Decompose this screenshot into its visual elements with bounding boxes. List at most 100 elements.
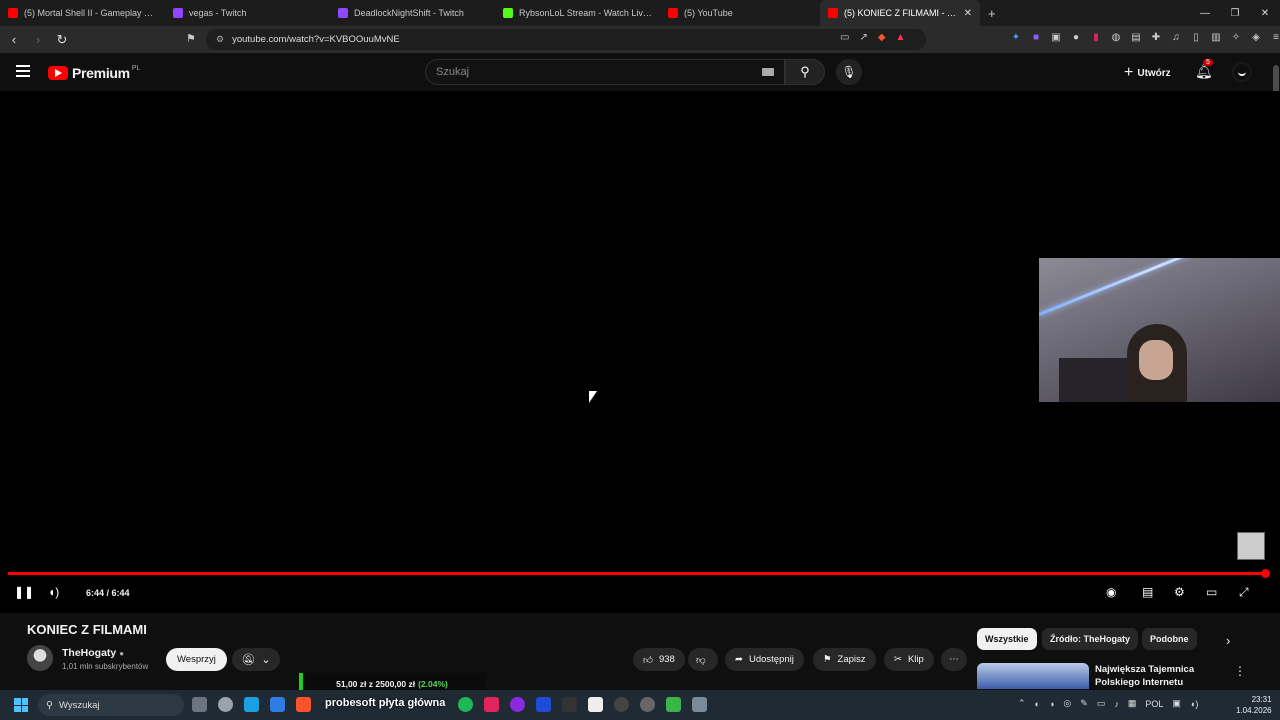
progress-bar[interactable]	[8, 569, 1270, 578]
share-button[interactable]: ➦ Udostępnij	[725, 648, 804, 671]
chip-all[interactable]: Wszystkie	[977, 628, 1037, 650]
network-icon[interactable]: ▣	[1172, 698, 1181, 709]
widgets-icon[interactable]	[218, 697, 233, 712]
new-tab-icon[interactable]: +	[988, 6, 996, 21]
spotify-icon[interactable]	[458, 697, 473, 712]
tray-icon[interactable]: ▭	[1097, 698, 1106, 709]
task-view-icon[interactable]	[192, 697, 207, 712]
app-icon[interactable]	[562, 697, 577, 712]
keyboard-icon[interactable]	[762, 68, 774, 76]
notifications-button[interactable]: 🔔︎ 5	[1195, 59, 1213, 80]
volume-icon[interactable]: ◖)	[1190, 699, 1198, 709]
vpn-icon[interactable]: ◈	[1250, 32, 1262, 43]
extension-icon[interactable]: ▮	[1090, 32, 1102, 43]
tray-icon[interactable]: ▦	[1128, 698, 1137, 709]
progress-scrubber[interactable]	[1261, 569, 1270, 578]
browser-tab[interactable]: (5) YouTube	[660, 0, 820, 26]
recommended-title[interactable]: Największa Tajemnica Polskiego Internetu	[1095, 663, 1225, 689]
browser-tab[interactable]: (5) Mortal Shell II - Gameplay Reveal	[0, 0, 165, 26]
extensions-puzzle-icon[interactable]: ✚	[1150, 32, 1162, 43]
minimize-icon[interactable]: —	[1190, 8, 1220, 19]
clip-button[interactable]: ✂ Klip	[884, 648, 934, 671]
discord-icon[interactable]: ◐	[1035, 699, 1040, 709]
language-indicator[interactable]: POL	[1145, 699, 1163, 709]
app-icon[interactable]	[484, 697, 499, 712]
extension-icon[interactable]: ▣	[1050, 32, 1062, 43]
settings-gear-icon[interactable]: ⚙	[1174, 585, 1185, 599]
extension-icon[interactable]: ●	[1070, 32, 1082, 43]
support-button[interactable]: Wesprzyj	[166, 648, 227, 671]
store-icon[interactable]	[244, 697, 259, 712]
brave-shield-icon[interactable]: ◆	[878, 32, 886, 43]
bookmark-icon[interactable]: ⚑	[186, 32, 196, 45]
chevron-right-icon[interactable]: ›	[1226, 633, 1230, 648]
browser-tab[interactable]: vegas - Twitch	[165, 0, 330, 26]
chip-from-channel[interactable]: Źródło: TheHogaty	[1042, 628, 1138, 650]
fullscreen-icon[interactable]: ⤢	[1239, 585, 1249, 600]
obs-icon[interactable]	[614, 697, 629, 712]
sidebar-icon[interactable]: ▯	[1190, 32, 1202, 43]
share-icon[interactable]: ↗	[859, 32, 867, 43]
wallet-icon[interactable]: ▥	[1210, 32, 1222, 43]
settings-gear-icon[interactable]	[640, 697, 655, 712]
create-button[interactable]: + Utwórz	[1124, 64, 1171, 82]
back-icon[interactable]: ‹	[4, 32, 24, 47]
extension-icon[interactable]: ■	[1030, 32, 1042, 43]
volume-icon[interactable]: ◖)	[48, 585, 59, 599]
app-icon[interactable]	[510, 697, 525, 712]
reload-icon[interactable]: ↻	[52, 32, 72, 48]
video-player[interactable]: ❚❚ ◖) 6:44 / 6:44 ◉ ▤ ⚙ ▭ ⤢	[0, 91, 1280, 613]
leo-icon[interactable]: ✧	[1230, 32, 1242, 43]
search-input[interactable]: Szukaj	[425, 59, 785, 85]
close-tab-icon[interactable]: ✕	[964, 8, 972, 19]
explorer-icon[interactable]	[270, 697, 285, 712]
channel-name-link[interactable]: TheHogaty ●	[62, 647, 124, 659]
browser-tab[interactable]: DeadlockNightShift - Twitch	[330, 0, 495, 26]
pause-icon[interactable]: ❚❚	[14, 585, 34, 599]
bitwarden-icon[interactable]	[536, 697, 551, 712]
chip-related[interactable]: Podobne	[1142, 628, 1197, 650]
extension-icon[interactable]: ◍	[1110, 32, 1122, 43]
tray-chevron-up-icon[interactable]: ⌃	[1018, 698, 1026, 709]
youtube-logo[interactable]: Premium PL	[48, 65, 140, 81]
steam-icon[interactable]: ◎	[1063, 698, 1071, 709]
save-button[interactable]: ⚑ Zapisz	[813, 648, 876, 671]
brave-browser-icon[interactable]	[296, 697, 311, 712]
like-button[interactable]: 👍︎ 938	[633, 648, 685, 671]
microphone-icon[interactable]: ♪	[1114, 699, 1119, 709]
account-avatar[interactable]	[1232, 62, 1252, 82]
autoplay-toggle-icon[interactable]: ◉	[1106, 585, 1116, 599]
tray-icon[interactable]: ✎	[1080, 698, 1088, 709]
search-button[interactable]: ⚲	[785, 59, 825, 85]
browser-tab-active[interactable]: (5) KONIEC Z FILMAMI - YouTube ✕	[820, 0, 980, 26]
subscription-bell-button[interactable]: 🔕︎ ⌄	[232, 648, 280, 671]
subtitles-icon[interactable]: ▤	[1142, 585, 1153, 599]
voice-search-button[interactable]: 🎙︎	[836, 59, 862, 85]
more-vert-icon[interactable]: ⋮	[1234, 664, 1246, 678]
system-clock[interactable]: 23:31 1.04.2026	[1236, 694, 1272, 716]
end-screen-channel-thumbnail[interactable]	[1237, 532, 1265, 560]
channel-avatar[interactable]	[27, 645, 53, 671]
close-window-icon[interactable]: ✕	[1250, 8, 1280, 19]
recommended-thumbnail[interactable]	[977, 663, 1089, 689]
cast-icon[interactable]: ▭	[840, 32, 849, 43]
dislike-button[interactable]: 👎︎	[688, 648, 718, 671]
windows-start-icon[interactable]	[14, 698, 28, 712]
forward-icon[interactable]: ›	[28, 32, 48, 47]
address-bar[interactable]: ⚙ youtube.com/watch?v=KVBOOuuMvNE	[206, 29, 926, 50]
app-icon[interactable]	[588, 697, 603, 712]
extension-icon[interactable]: ✦	[1010, 32, 1022, 43]
taskbar-search[interactable]: ⚲ Wyszukaj	[38, 694, 184, 716]
menu-icon[interactable]: ≡	[1270, 32, 1280, 43]
site-info-icon[interactable]: ⚙	[216, 34, 224, 45]
app-icon[interactable]	[692, 697, 707, 712]
brave-rewards-icon[interactable]: ▲	[896, 32, 906, 43]
theater-mode-icon[interactable]: ▭	[1206, 585, 1217, 599]
minecraft-icon[interactable]	[666, 697, 681, 712]
browser-tab[interactable]: RybsonLoL Stream - Watch Live o	[495, 0, 660, 26]
menu-icon[interactable]	[16, 65, 30, 80]
tray-icon[interactable]: ◑	[1049, 699, 1054, 709]
maximize-icon[interactable]: ❐	[1220, 8, 1250, 19]
extension-icon[interactable]: ▤	[1130, 32, 1142, 43]
media-icon[interactable]: ♫	[1170, 32, 1182, 43]
